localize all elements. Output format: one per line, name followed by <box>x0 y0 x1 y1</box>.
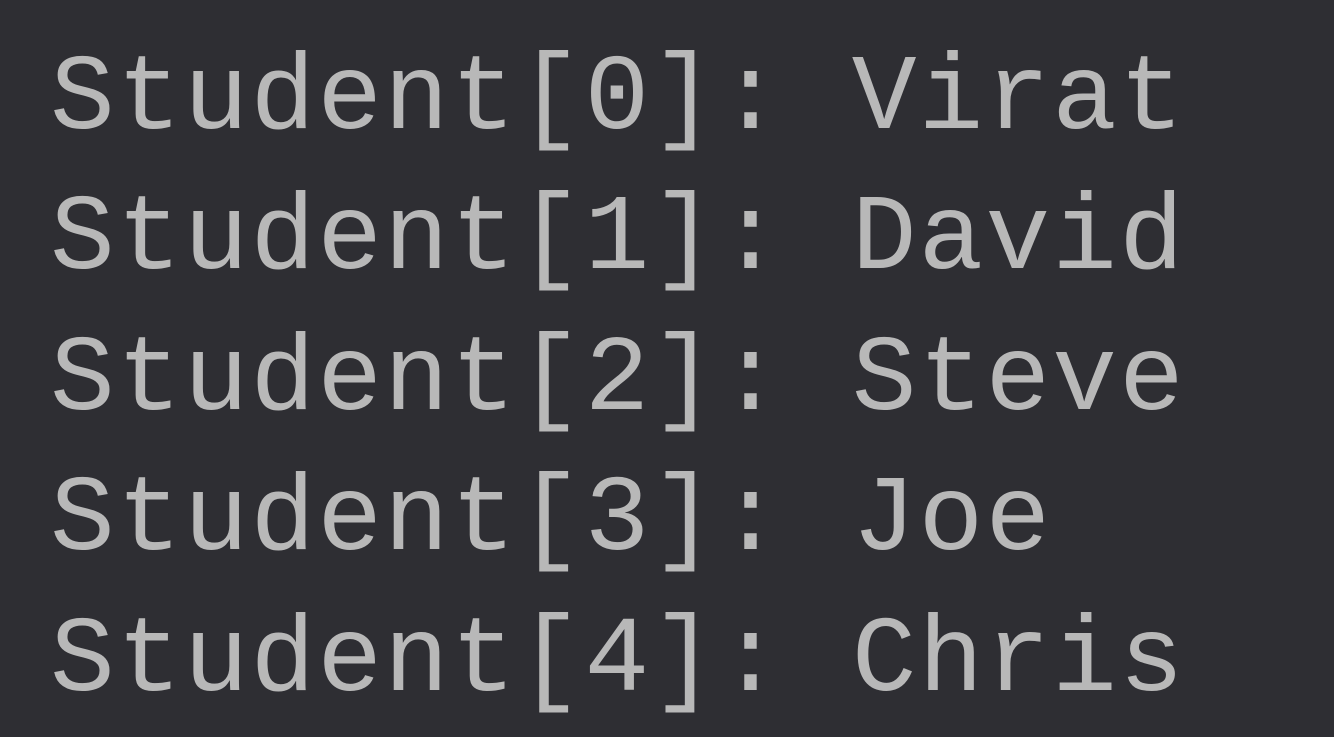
output-line: Student[4]: Chris <box>50 592 1284 732</box>
output-line: Student[1]: David <box>50 170 1284 310</box>
console-output: Student[0]: Virat Student[1]: David Stud… <box>50 30 1284 732</box>
output-line: Student[0]: Virat <box>50 30 1284 170</box>
output-line: Student[3]: Joe <box>50 451 1284 591</box>
output-line: Student[2]: Steve <box>50 311 1284 451</box>
